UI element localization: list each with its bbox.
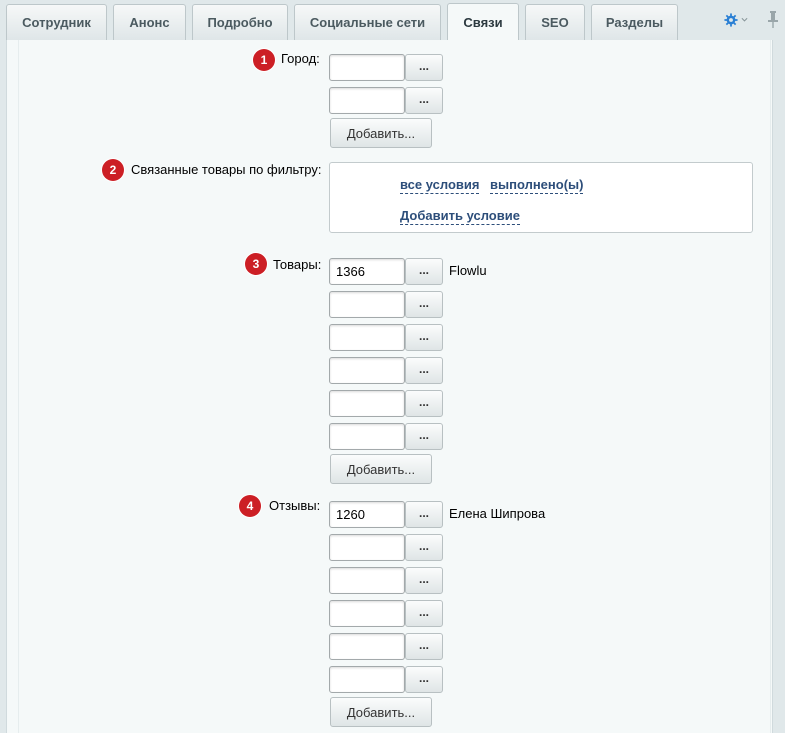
city-add-button[interactable]: Добавить...	[330, 118, 432, 148]
city-input-2[interactable]	[329, 87, 405, 114]
product-input[interactable]	[329, 390, 405, 417]
review-input[interactable]	[329, 501, 405, 528]
product-browse-button[interactable]: ...	[405, 357, 443, 384]
review-name: Елена Шипрова	[449, 506, 546, 521]
review-browse-button[interactable]: ...	[405, 567, 443, 594]
pin-icon	[768, 11, 778, 28]
review-browse-button[interactable]: ...	[405, 534, 443, 561]
product-input[interactable]	[329, 357, 405, 384]
city-browse-button-1[interactable]: ...	[405, 54, 443, 81]
tab-links[interactable]: Связи	[447, 3, 519, 40]
gear-icon	[724, 13, 738, 27]
product-browse-button[interactable]: ...	[405, 390, 443, 417]
condition-done-link[interactable]: выполнено(ы)	[490, 177, 584, 194]
review-browse-button[interactable]: ...	[405, 633, 443, 660]
filter-conditions-box: все условия выполнено(ы) Добавить услови…	[329, 162, 753, 233]
review-input[interactable]	[329, 633, 405, 660]
badge-2: 2	[102, 159, 124, 181]
product-browse-button[interactable]: ...	[405, 324, 443, 351]
settings-button[interactable]	[724, 11, 748, 29]
city-input-1[interactable]	[329, 54, 405, 81]
product-browse-button[interactable]: ...	[405, 423, 443, 450]
review-input[interactable]	[329, 534, 405, 561]
review-input[interactable]	[329, 567, 405, 594]
product-input[interactable]	[329, 291, 405, 318]
review-browse-button[interactable]: ...	[405, 600, 443, 627]
tab-sections[interactable]: Разделы	[591, 4, 678, 40]
tab-seo[interactable]: SEO	[525, 4, 585, 40]
badge-3: 3	[245, 253, 267, 275]
tab-announce[interactable]: Анонс	[113, 4, 186, 40]
product-input[interactable]	[329, 423, 405, 450]
pin-button[interactable]	[766, 10, 780, 30]
review-input[interactable]	[329, 666, 405, 693]
add-condition-link[interactable]: Добавить условие	[400, 208, 520, 225]
tab-details[interactable]: Подробно	[192, 4, 288, 40]
city-label: Город:	[281, 51, 320, 66]
chevron-down-icon	[741, 17, 748, 22]
filter-label: Связанные товары по фильтру:	[131, 162, 322, 177]
condition-all-link[interactable]: все условия	[400, 177, 480, 194]
reviews-label: Отзывы:	[269, 498, 321, 513]
review-browse-button[interactable]: ...	[405, 666, 443, 693]
product-input[interactable]	[329, 324, 405, 351]
reviews-add-button[interactable]: Добавить...	[330, 697, 432, 727]
tab-bar: Сотрудник Анонс Подробно Социальные сети…	[0, 0, 785, 40]
products-label: Товары:	[273, 257, 322, 272]
tab-employee[interactable]: Сотрудник	[6, 4, 107, 40]
review-input[interactable]	[329, 600, 405, 627]
product-browse-button[interactable]: ...	[405, 291, 443, 318]
product-input[interactable]	[329, 258, 405, 285]
product-browse-button[interactable]: ...	[405, 258, 443, 285]
product-name: Flowlu	[449, 263, 487, 278]
tab-social[interactable]: Социальные сети	[294, 4, 441, 40]
city-browse-button-2[interactable]: ...	[405, 87, 443, 114]
badge-4: 4	[239, 495, 261, 517]
review-browse-button[interactable]: ...	[405, 501, 443, 528]
badge-1: 1	[253, 49, 275, 71]
products-add-button[interactable]: Добавить...	[330, 454, 432, 484]
